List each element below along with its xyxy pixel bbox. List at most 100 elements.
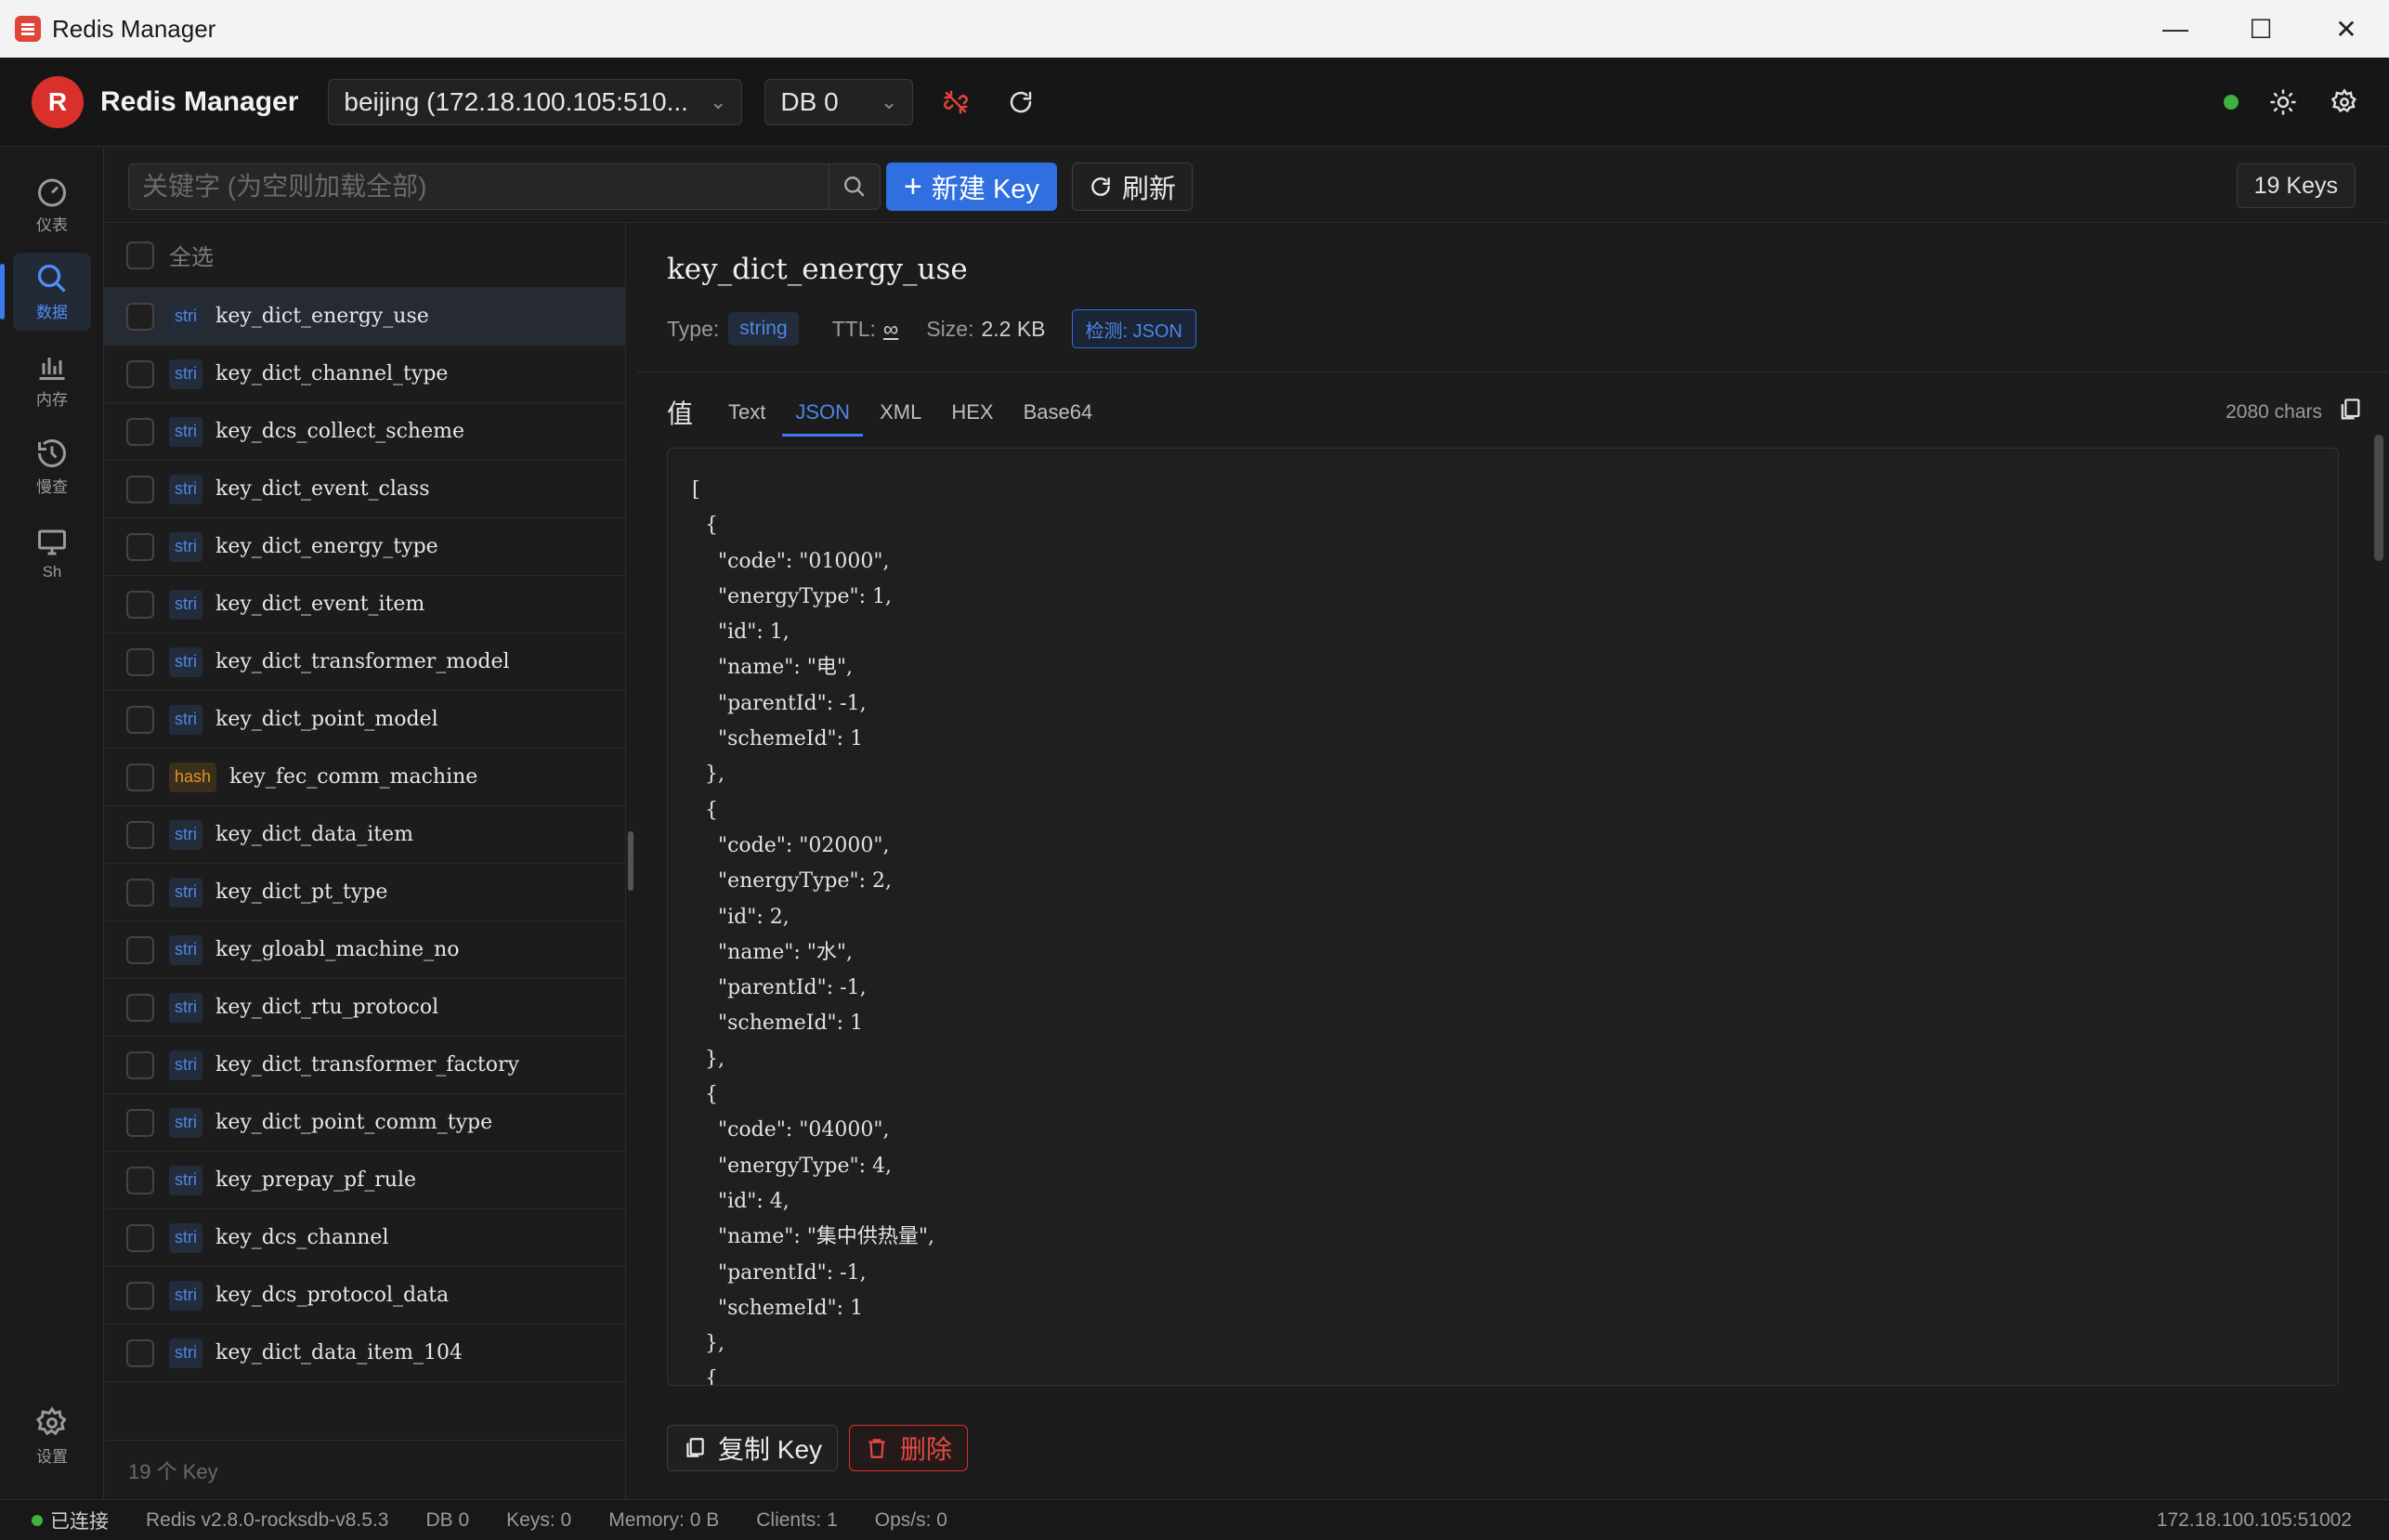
key-type-tag: stri	[169, 819, 202, 850]
key-row-checkbox[interactable]	[126, 1108, 154, 1137]
value-editor[interactable]: [ { "code": "01000", "energyType": 1, "i…	[667, 448, 2339, 1386]
rail-item-memory[interactable]: 内存	[13, 340, 91, 418]
rail-item-settings[interactable]: 设置	[13, 1397, 91, 1475]
key-row-checkbox[interactable]	[126, 763, 154, 791]
key-row-checkbox[interactable]	[126, 532, 154, 561]
key-row-checkbox[interactable]	[126, 1051, 154, 1079]
key-name: key_dict_event_item	[215, 593, 425, 616]
editor-scrollbar[interactable]	[2374, 435, 2383, 561]
key-row-checkbox[interactable]	[126, 359, 154, 388]
search-icon	[844, 176, 865, 197]
sun-icon	[2270, 89, 2296, 115]
key-row[interactable]: stri key_dict_energy_type	[104, 518, 625, 576]
refresh-button[interactable]: 刷新	[1072, 163, 1193, 211]
key-row[interactable]: stri key_dict_pt_type	[104, 864, 625, 921]
key-row[interactable]: stri key_dcs_channel	[104, 1209, 625, 1267]
connection-select[interactable]: beijing (172.18.100.105:510... ⌄	[328, 78, 743, 125]
rail-item-dashboard[interactable]: 仪表	[13, 165, 91, 243]
key-row-checkbox[interactable]	[126, 1338, 154, 1367]
key-name: key_fec_comm_machine	[229, 765, 478, 789]
gear-icon	[35, 1405, 67, 1435]
minimize-button[interactable]: —	[2133, 0, 2218, 58]
key-name: key_dict_energy_use	[215, 305, 429, 328]
key-row-checkbox[interactable]	[126, 417, 154, 446]
key-row[interactable]: stri key_dict_event_item	[104, 576, 625, 633]
key-row-checkbox[interactable]	[126, 1223, 154, 1252]
key-row-checkbox[interactable]	[126, 1166, 154, 1194]
rail-item-label: 慢查	[36, 477, 68, 496]
copy-value-button[interactable]	[2337, 397, 2363, 429]
ttl-value: ∞	[882, 316, 899, 341]
key-row[interactable]: hash key_fec_comm_machine	[104, 749, 625, 806]
rail-item-shell[interactable]: Sh	[13, 515, 91, 593]
type-tag: string	[728, 312, 799, 346]
maximize-button[interactable]: ☐	[2218, 0, 2304, 58]
pane-resize-handle[interactable]	[628, 831, 633, 891]
tab-base64[interactable]: Base64	[1009, 388, 1108, 437]
tab-xml[interactable]: XML	[865, 388, 936, 437]
key-row[interactable]: stri key_dict_transformer_factory	[104, 1037, 625, 1094]
select-all-row[interactable]: 全选	[104, 223, 625, 288]
os-title-bar: Redis Manager — ☐ ✕	[0, 0, 2389, 58]
tab-hex[interactable]: HEX	[936, 388, 1008, 437]
search-button[interactable]	[829, 163, 881, 210]
key-row[interactable]: stri key_dict_point_model	[104, 691, 625, 749]
key-row-checkbox[interactable]	[126, 705, 154, 734]
key-row-checkbox[interactable]	[126, 302, 154, 331]
theme-toggle-button[interactable]	[2257, 76, 2309, 128]
key-row[interactable]: stri key_dict_rtu_protocol	[104, 979, 625, 1037]
disconnect-button[interactable]	[930, 76, 982, 128]
select-all-checkbox[interactable]	[126, 241, 154, 269]
status-db: DB 0	[425, 1508, 470, 1531]
app-logo: R	[32, 75, 84, 128]
key-name: key_dict_event_class	[215, 477, 430, 501]
reconnect-button[interactable]	[995, 76, 1047, 128]
key-row[interactable]: stri key_prepay_pf_rule	[104, 1152, 625, 1209]
key-row-checkbox[interactable]	[126, 820, 154, 849]
size-label: Size:	[926, 316, 974, 341]
key-row[interactable]: stri key_dict_point_comm_type	[104, 1094, 625, 1152]
size-value: 2.2 KB	[981, 316, 1046, 341]
keys-count-badge: 19 Keys	[2236, 163, 2356, 208]
key-row-checkbox[interactable]	[126, 1281, 154, 1310]
bar-chart-icon	[39, 357, 65, 380]
chevron-down-icon: ⌄	[709, 89, 727, 113]
key-row-checkbox[interactable]	[126, 878, 154, 907]
key-name: key_dict_data_item	[215, 823, 413, 846]
status-ops: Ops/s: 0	[874, 1508, 947, 1531]
detail-actions: 复制 Key 删除	[667, 1425, 969, 1471]
rail-item-slowlog[interactable]: 慢查	[13, 427, 91, 505]
key-row[interactable]: stri key_dict_event_class	[104, 461, 625, 518]
tab-text[interactable]: Text	[713, 388, 780, 437]
status-keys: Keys: 0	[506, 1508, 572, 1531]
tab-json[interactable]: JSON	[780, 388, 865, 437]
delete-key-button[interactable]: 删除	[849, 1425, 969, 1471]
key-row-checkbox[interactable]	[126, 647, 154, 676]
close-button[interactable]: ✕	[2304, 0, 2389, 58]
window-controls: — ☐ ✕	[2133, 0, 2389, 58]
key-row[interactable]: stri key_dcs_collect_scheme	[104, 403, 625, 461]
settings-button[interactable]	[2318, 76, 2370, 128]
key-row[interactable]: stri key_dict_transformer_model	[104, 633, 625, 691]
copy-key-button[interactable]: 复制 Key	[667, 1425, 839, 1471]
key-list: 全选 stri key_dict_energy_use stri key_dict_c…	[104, 223, 626, 1499]
key-row[interactable]: stri key_dcs_protocol_data	[104, 1267, 625, 1325]
rail-item-data[interactable]: 数据	[0, 253, 91, 331]
key-type-tag: stri	[169, 1222, 202, 1253]
key-row[interactable]: stri key_dict_data_item_104	[104, 1325, 625, 1382]
connected-dot	[32, 1514, 43, 1526]
key-search-input[interactable]	[128, 163, 840, 210]
key-row[interactable]: stri key_dict_data_item	[104, 806, 625, 864]
key-row-checkbox[interactable]	[126, 993, 154, 1022]
db-select[interactable]: DB 0 ⌄	[764, 78, 914, 125]
key-name: key_dict_pt_type	[215, 881, 388, 904]
key-row[interactable]: stri key_dict_energy_use	[104, 288, 625, 346]
connection-select-value: beijing (172.18.100.105:510...	[344, 86, 688, 116]
new-key-button[interactable]: + 新建 Key	[886, 163, 1057, 211]
key-row-checkbox[interactable]	[126, 935, 154, 964]
key-row-checkbox[interactable]	[126, 475, 154, 503]
key-row-checkbox[interactable]	[126, 590, 154, 619]
value-label: 值	[667, 399, 694, 428]
key-row[interactable]: stri key_gloabl_machine_no	[104, 921, 625, 979]
key-row[interactable]: stri key_dict_channel_type	[104, 346, 625, 403]
